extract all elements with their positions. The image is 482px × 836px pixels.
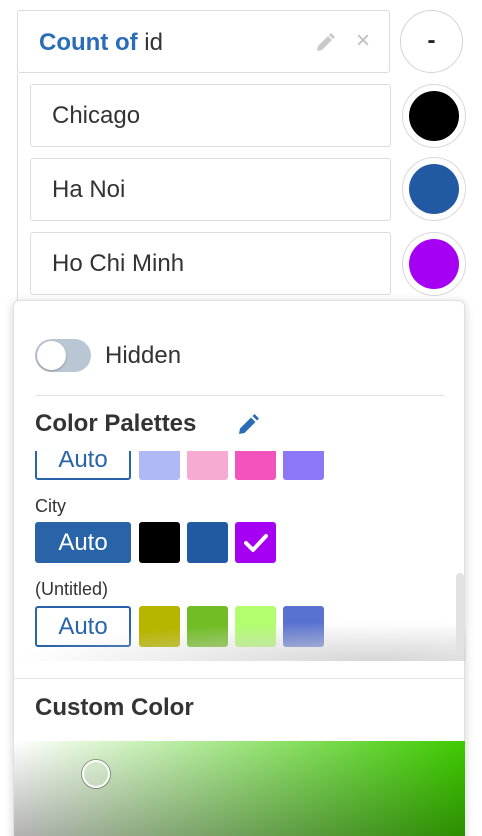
color-dot: [409, 164, 459, 214]
color-swatch-ho-chi-minh[interactable]: [402, 232, 466, 296]
row-label: Ho Chi Minh: [52, 250, 185, 277]
edit-pencil-icon[interactable]: [314, 32, 336, 54]
tree-connector: [17, 73, 18, 303]
measure-keyword: Count of: [39, 29, 138, 56]
palette-color-chip[interactable]: [187, 451, 228, 480]
palette-color-chip[interactable]: [235, 451, 276, 480]
color-palettes-heading: Color Palettes: [35, 410, 197, 437]
color-swatch-chicago[interactable]: [402, 84, 466, 148]
checkmark-icon: [244, 533, 268, 553]
toggle-knob: [37, 341, 66, 370]
hidden-toggle-label: Hidden: [105, 342, 182, 369]
palette-auto-button[interactable]: Auto: [35, 522, 131, 563]
edit-palettes-pencil-icon[interactable]: [236, 413, 260, 437]
palette-color-chip[interactable]: [187, 522, 228, 563]
color-picker-area[interactable]: [14, 741, 465, 836]
palette-name: (Untitled): [35, 579, 109, 599]
scroll-fade-shadow: [14, 621, 466, 661]
color-picker-handle[interactable]: [82, 760, 110, 788]
palette-color-chip[interactable]: [283, 451, 324, 480]
color-swatch-ha-noi[interactable]: [402, 157, 466, 221]
palette-scrollbar[interactable]: [456, 573, 464, 657]
color-dot: [409, 239, 459, 289]
divider: [35, 395, 445, 396]
row-label: Ha Noi: [52, 176, 126, 203]
palette-color-chip-selected[interactable]: [235, 522, 276, 563]
row-ho-chi-minh[interactable]: Ho Chi Minh: [30, 232, 391, 295]
measure-title: Count of id: [39, 29, 163, 57]
palette-color-chip[interactable]: [139, 451, 180, 480]
collapse-button[interactable]: -: [400, 10, 463, 73]
palette-auto-button[interactable]: Auto: [35, 451, 131, 480]
divider: [14, 678, 466, 679]
measure-field: id: [144, 29, 163, 56]
row-chicago[interactable]: Chicago: [30, 84, 391, 147]
color-dot: [409, 91, 459, 141]
palette-color-chip[interactable]: [139, 522, 180, 563]
custom-color-heading: Custom Color: [35, 694, 194, 721]
palette-name: City: [35, 496, 66, 516]
remove-measure-icon[interactable]: ×: [354, 27, 372, 55]
color-popover: Hidden Color Palettes Auto City Auto (Un…: [13, 300, 466, 836]
row-ha-noi[interactable]: Ha Noi: [30, 158, 391, 221]
measure-header[interactable]: Count of id ×: [17, 10, 390, 73]
hidden-toggle[interactable]: [35, 339, 91, 372]
row-label: Chicago: [52, 102, 141, 129]
